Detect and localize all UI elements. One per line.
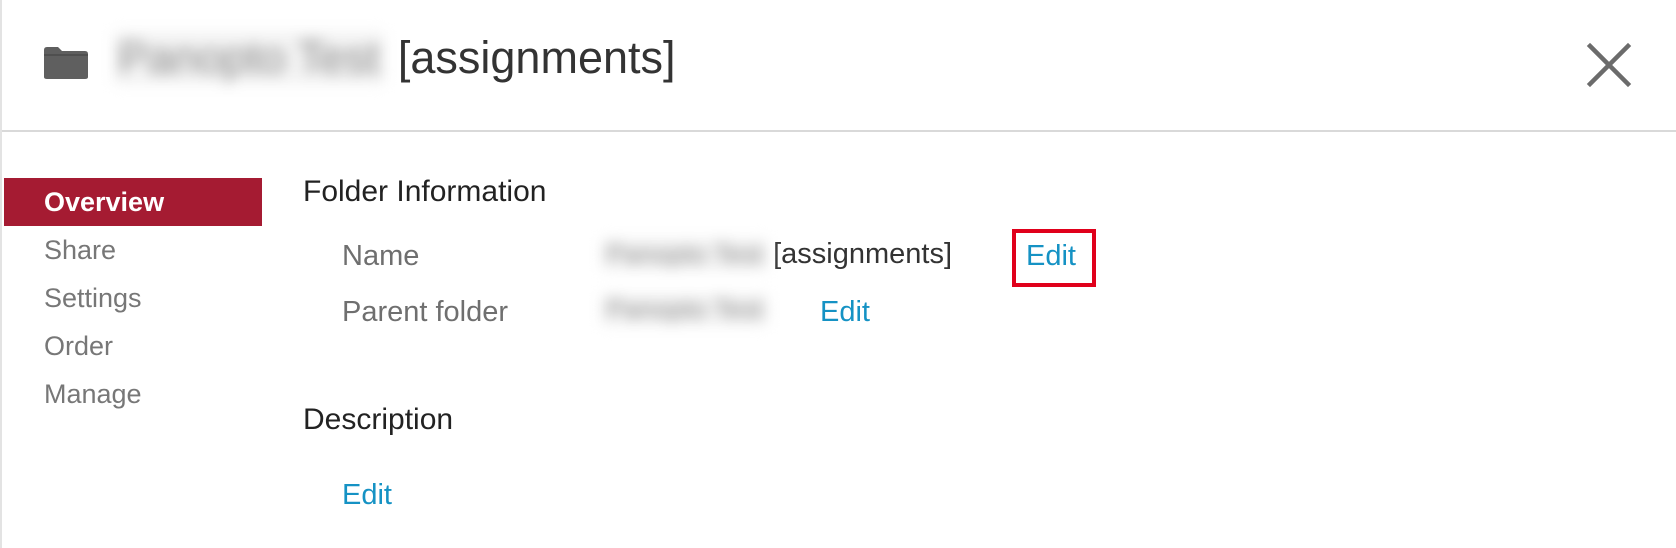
name-value-obscured: Panopto Test: [602, 239, 768, 270]
name-value-suffix: [assignments]: [773, 238, 953, 270]
parent-folder-value: Panopto Test: [602, 294, 773, 325]
name-label: Name: [342, 240, 420, 272]
sidebar-nav: Overview Share Settings Order Manage: [4, 178, 262, 418]
dialog-title: Panopto Test [assignments]: [114, 26, 676, 90]
parent-folder-label: Parent folder: [342, 296, 509, 328]
folder-name-obscured: Panopto Test: [114, 32, 384, 84]
folder-information-heading: Folder Information: [303, 175, 547, 208]
sidebar-item-share[interactable]: Share: [4, 226, 262, 274]
sidebar-item-manage[interactable]: Manage: [4, 370, 262, 418]
sidebar-item-settings[interactable]: Settings: [4, 274, 262, 322]
folder-name-suffix: [assignments]: [397, 32, 676, 83]
dialog-header: Panopto Test [assignments]: [2, 0, 1676, 132]
name-value: Panopto Test [assignments]: [602, 238, 952, 271]
edit-parent-folder-link[interactable]: Edit: [820, 296, 870, 329]
close-icon[interactable]: [1584, 40, 1634, 90]
folder-icon: [44, 47, 88, 79]
description-heading: Description: [303, 403, 454, 436]
sidebar-item-overview[interactable]: Overview: [4, 178, 262, 226]
folder-settings-dialog: Panopto Test [assignments] Overview Shar…: [0, 0, 1676, 548]
parent-folder-value-obscured: Panopto Test: [602, 294, 768, 325]
sidebar-item-order[interactable]: Order: [4, 322, 262, 370]
edit-name-link[interactable]: Edit: [1026, 240, 1076, 273]
edit-description-link[interactable]: Edit: [342, 479, 392, 512]
